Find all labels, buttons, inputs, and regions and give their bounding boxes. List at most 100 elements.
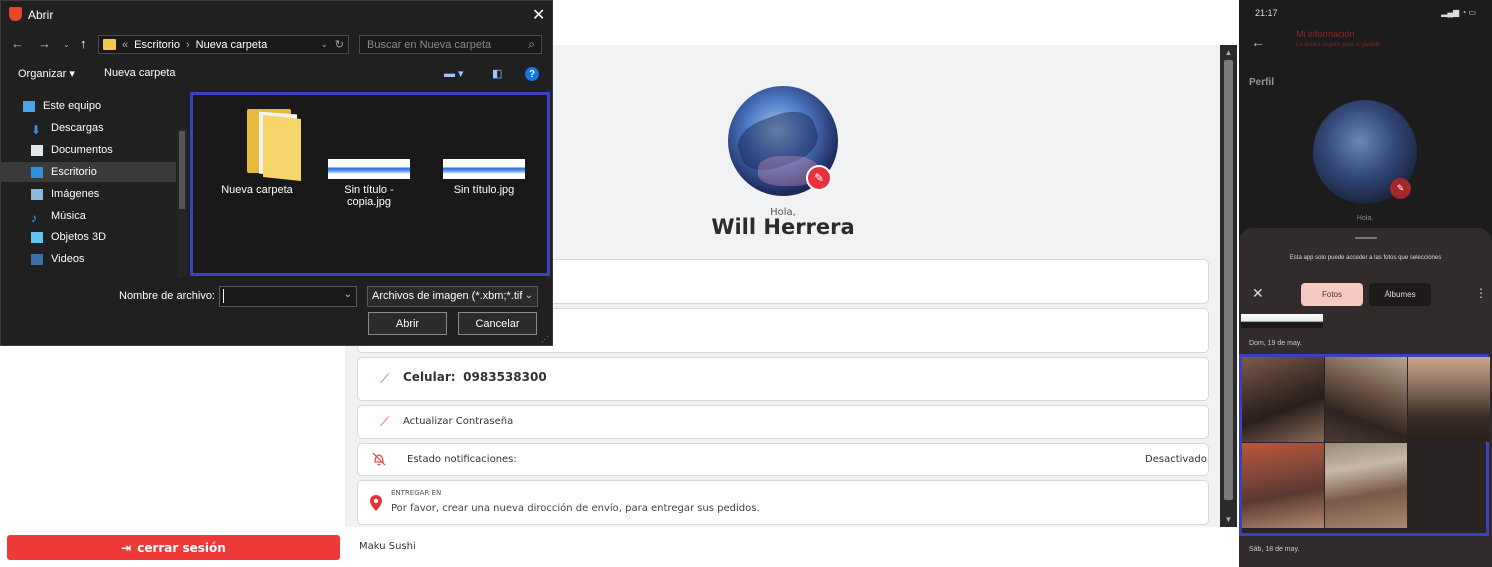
dialog-title: Abrir: [28, 8, 54, 22]
section-title: Perfil: [1249, 77, 1275, 88]
close-icon[interactable]: ✕: [1252, 285, 1264, 302]
close-icon[interactable]: ✕: [532, 5, 545, 25]
more-options-icon[interactable]: ⋮: [1475, 286, 1487, 300]
search-input[interactable]: Buscar en Nueva carpeta ⌕: [359, 35, 542, 54]
notifications-status: Desactivado: [1145, 454, 1207, 465]
notifications-card[interactable]: Estado notificaciones: Desactivado: [357, 443, 1209, 476]
update-password-card[interactable]: ⟋ Actualizar Contraseña: [357, 405, 1209, 439]
download-icon: ⬇: [31, 122, 42, 137]
logout-button[interactable]: ⇥ cerrar sesión: [7, 535, 340, 560]
navigation-scrollbar[interactable]: [177, 129, 187, 277]
objects-3d-icon: [31, 231, 43, 243]
sidebar-item-label: Escritorio: [51, 166, 97, 178]
edit-avatar-button[interactable]: ✎: [806, 165, 832, 191]
phone-field: Celular: 0983538300: [403, 370, 547, 384]
pencil-icon[interactable]: ✎: [1390, 178, 1411, 199]
scrollbar-thumb[interactable]: [179, 131, 185, 209]
tab-albums[interactable]: Álbumes: [1369, 283, 1431, 306]
photo-thumbnail[interactable]: [1241, 314, 1323, 328]
sidebar-item-downloads[interactable]: ⬇ Descargas: [1, 118, 176, 138]
music-icon: ♪: [31, 210, 37, 225]
scrollbar-thumb[interactable]: [1224, 60, 1233, 500]
chevron-down-icon[interactable]: ⌄: [344, 289, 352, 300]
page-scrollbar[interactable]: ▲ ▼: [1220, 45, 1237, 527]
scroll-down-arrow-icon[interactable]: ▼: [1220, 515, 1237, 524]
photo-thumbnail[interactable]: [1242, 443, 1324, 528]
help-icon[interactable]: ?: [525, 67, 539, 81]
breadcrumb-overflow[interactable]: «: [122, 39, 128, 51]
location-pin-icon: [370, 495, 382, 514]
computer-icon: [23, 100, 35, 112]
file-item-image[interactable]: Sin título.jpg: [438, 95, 530, 205]
new-folder-button[interactable]: Nueva carpeta: [104, 67, 176, 79]
up-arrow-icon[interactable]: ↑: [80, 36, 87, 51]
delivery-address-card[interactable]: ENTREGAR EN Por favor, crear una nueva d…: [357, 480, 1209, 525]
sidebar-item-3d-objects[interactable]: Objetos 3D: [1, 227, 176, 247]
refresh-icon[interactable]: ↻: [335, 38, 344, 51]
file-name: Sin título.jpg: [453, 184, 515, 196]
pencil-icon: ✎: [813, 171, 825, 185]
delivery-text: Por favor, crear una nueva dirocción de …: [391, 503, 760, 514]
file-item-folder[interactable]: Nueva carpeta: [211, 95, 303, 205]
photo-grid: [1239, 354, 1490, 536]
organize-menu[interactable]: Organizar ▾: [18, 67, 75, 80]
photo-thumbnail[interactable]: [1325, 357, 1407, 442]
sidebar-item-label: Documentos: [51, 144, 113, 156]
filename-label: Nombre de archivo:: [119, 290, 215, 302]
tab-photos[interactable]: Fotos: [1301, 283, 1363, 306]
browser-logo-icon: [9, 7, 22, 21]
pencil-icon: ⟋: [380, 371, 390, 386]
resize-grip-icon[interactable]: ⋰: [541, 335, 549, 344]
videos-icon: [31, 253, 43, 265]
chevron-down-icon: ⌄: [524, 290, 533, 301]
permission-notice: Esta app solo puede acceder a las fotos …: [1289, 255, 1442, 261]
sidebar-item-pictures[interactable]: Imágenes: [1, 184, 176, 204]
breadcrumb-item[interactable]: Escritorio: [134, 39, 180, 51]
view-options-icon[interactable]: ▬ ▾: [444, 67, 464, 80]
address-dropdown-icon[interactable]: ⌄: [320, 39, 328, 50]
sheet-handle[interactable]: [1355, 237, 1377, 239]
filetype-select[interactable]: Archivos de imagen (*.xbm;*.tif ⌄: [367, 286, 538, 307]
search-placeholder: Buscar en Nueva carpeta: [367, 38, 492, 51]
back-arrow-icon[interactable]: ←: [1251, 34, 1265, 50]
pencil-icon: ⟋: [380, 414, 390, 429]
folder-icon: [247, 105, 303, 181]
desktop-icon: [31, 166, 43, 178]
date-header: Dom, 19 de may.: [1249, 340, 1302, 347]
user-name: Will Herrera: [711, 215, 855, 239]
open-button[interactable]: Abrir: [368, 312, 447, 335]
phone-page-title: Mi información: [1296, 29, 1355, 39]
folder-front: [263, 115, 301, 181]
sidebar-item-label: Este equipo: [43, 100, 102, 112]
back-arrow-icon[interactable]: ←: [11, 36, 24, 51]
cancel-button[interactable]: Cancelar: [458, 312, 537, 335]
breadcrumb-item[interactable]: Nueva carpeta: [196, 39, 268, 51]
preview-pane-icon[interactable]: ◧: [492, 67, 502, 80]
filename-input[interactable]: ⌄: [219, 286, 357, 307]
file-item-image[interactable]: Sin título - copia.jpg: [323, 95, 415, 225]
status-time: 21:17: [1255, 8, 1278, 18]
sidebar-item-desktop[interactable]: Escritorio: [1, 162, 176, 182]
photo-thumbnail[interactable]: [1242, 357, 1324, 442]
forward-arrow-icon[interactable]: →: [38, 36, 51, 51]
sidebar-item-music[interactable]: ♪ Música: [1, 206, 176, 226]
phone-card[interactable]: ⟋ Celular: 0983538300: [357, 357, 1209, 401]
screenshot-stage: ✎ Hola, Will Herrera ⟋ Celular: 09835383…: [0, 0, 1492, 567]
sidebar-item-documents[interactable]: Documentos: [1, 140, 176, 160]
file-open-dialog: Abrir ✕ ← → ⌄ ↑ « Escritorio › Nueva car…: [0, 0, 553, 346]
phone-screen: 21:17 ▂▄▆ ◔ ▭ ← Mi información Lo tienes…: [1239, 0, 1492, 567]
bell-off-icon: [371, 451, 387, 470]
scroll-up-arrow-icon[interactable]: ▲: [1220, 48, 1237, 57]
brand-name: Maku Sushi: [359, 541, 416, 552]
photo-thumbnail[interactable]: [1408, 357, 1490, 442]
sidebar-item-videos[interactable]: Videos: [1, 249, 176, 269]
address-bar[interactable]: « Escritorio › Nueva carpeta ⌄ ↻: [98, 35, 349, 54]
image-thumbnail: [328, 159, 410, 179]
breadcrumb-separator-icon: ›: [185, 38, 190, 51]
status-icons: ▂▄▆ ◔ ▭: [1441, 8, 1476, 17]
phone-greeting: Hola,: [1356, 215, 1374, 222]
photo-thumbnail[interactable]: [1325, 443, 1407, 528]
recent-locations-chevron-icon[interactable]: ⌄: [63, 40, 70, 49]
search-icon: ⌕: [528, 37, 535, 51]
sidebar-item-this-pc[interactable]: Este equipo: [1, 96, 176, 116]
